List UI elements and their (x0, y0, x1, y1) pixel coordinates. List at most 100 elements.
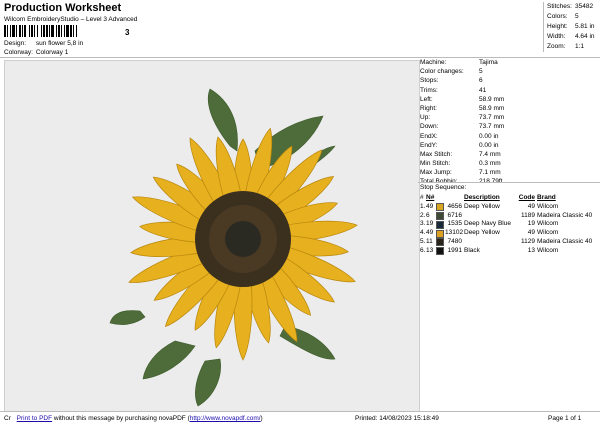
machine-info-panel: Machine: Tajima Color changes: 5 Stops: 6 T… (420, 58, 598, 187)
thread-code: 1189 (521, 211, 535, 219)
info-row: Up: 73.7 mm (420, 113, 598, 122)
info-label: Left: (420, 95, 433, 103)
stat-value: 35482 (575, 3, 594, 10)
info-value: 6 (479, 77, 483, 85)
color-swatch (436, 229, 445, 238)
info-value: 0.00 in (479, 141, 499, 149)
needle-number: 13 (426, 246, 434, 254)
info-row: Left: 58.9 mm (420, 95, 598, 104)
stop-sequence-rows: 1. 49 4656 Deep Yellow 49 Wilcom 2. 6 6716 1189 Ma… (420, 203, 598, 256)
info-row: Trims: 41 (420, 86, 598, 95)
info-label: Down: (420, 123, 439, 131)
design-preview (4, 60, 420, 412)
stat-label: Zoom: (547, 43, 566, 50)
info-row: EndY: 0.00 in (420, 141, 598, 150)
info-label: Machine: (420, 59, 447, 66)
color-swatch (436, 211, 445, 220)
stop-sequence-row: 2. 6 6716 1189 Madeira Classic 40 (420, 212, 598, 221)
leaf-top (207, 88, 238, 152)
info-row: Max Stitch: 7.4 mm (420, 150, 598, 159)
info-value: 58.9 mm (479, 104, 505, 112)
info-label: Min Stitch: (420, 160, 451, 168)
swatch-icon (436, 238, 444, 247)
colorway-label: Colorway: (4, 49, 33, 56)
stat-row: Stitches: 35482 (544, 2, 600, 12)
color-swatch (436, 238, 445, 247)
footer-bar: Cr Print to PDF without this message by … (0, 411, 600, 425)
footer-close: ) (260, 415, 263, 422)
stop-sequence-row: 3. 19 1535 Deep Navy Blue 19 Wilcom (420, 220, 598, 229)
info-row: Color changes: 5 (420, 67, 598, 76)
info-value: 5 (479, 68, 483, 76)
stat-label: Height: (547, 23, 568, 30)
thread-code: 49 (527, 229, 535, 237)
info-label: Right: (420, 104, 437, 112)
color-description: Black (464, 246, 480, 254)
thread-brand: Wilcom (537, 229, 559, 237)
needle-number: 19 (426, 220, 434, 228)
info-row: Right: 58.9 mm (420, 104, 598, 113)
swatch-icon (436, 203, 444, 212)
page-number: Page 1 of 1 (548, 415, 582, 422)
info-value: 7.1 mm (479, 169, 501, 177)
print-to-pdf-link[interactable]: Print to PDF (17, 415, 52, 422)
stat-row: Height: 5.81 in (544, 22, 600, 32)
needle-number: 49 (426, 202, 434, 210)
info-row: EndX: 0.00 in (420, 132, 598, 141)
color-description: Deep Navy Blue (464, 220, 511, 228)
barcode-mark: 3 (125, 28, 130, 37)
info-value: 73.7 mm (479, 114, 505, 122)
stop-sequence-row: 4. 49 13102 Deep Yellow 49 Wilcom (420, 229, 598, 238)
color-description: Deep Yellow (464, 229, 500, 237)
barcode (4, 25, 138, 37)
color-swatch (436, 203, 445, 212)
leaf-bottom (195, 358, 221, 407)
info-row: Machine: Tajima (420, 58, 598, 67)
stop-sequence-title: Stop Sequence: (420, 184, 467, 191)
info-value: 0.3 mm (479, 160, 501, 168)
thread-brand: Wilcom (537, 246, 559, 254)
page-title: Production Worksheet (4, 2, 122, 14)
thread-brand: Madeira Classic 40 (537, 211, 593, 219)
flower-center-inner (225, 221, 261, 257)
leaf-bottom-left (142, 340, 196, 380)
color-swatch (436, 247, 445, 256)
swatch-icon (436, 220, 444, 229)
info-value: Tajima (479, 59, 498, 66)
stop-sequence-row: 6. 13 1991 Black 13 Wilcom (420, 247, 598, 256)
stat-value: 5 (575, 13, 579, 20)
stat-value: 5.81 in (575, 23, 595, 30)
thread-code: 19 (527, 220, 535, 228)
needle-number: 49 (426, 229, 434, 237)
thread-brand: Wilcom (537, 220, 559, 228)
swatch-icon (436, 247, 444, 256)
stat-label: Stitches: (547, 3, 572, 10)
stitch-count: 7480 (447, 237, 462, 245)
info-row: Stops: 6 (420, 76, 598, 85)
stat-label: Colors: (547, 13, 568, 20)
thread-brand: Madeira Classic 40 (537, 237, 593, 245)
stop-sequence-table: # N# Description Code Brand 1. 49 4656 Deep… (420, 194, 598, 256)
sprig-left (109, 310, 146, 325)
col-description: Description (464, 194, 500, 201)
thread-code: 13 (527, 246, 535, 254)
stats-panel: Stitches: 35482 Colors: 5 Height: 5.81 in W… (543, 2, 600, 52)
info-label: Color changes: (420, 68, 464, 76)
design-value: sun flower 5,8 in (35, 40, 84, 47)
stitch-count: 6716 (447, 211, 462, 219)
thread-code: 1129 (521, 237, 535, 245)
stitch-count: 1991 (447, 246, 462, 254)
stitch-count: 1535 (447, 220, 462, 228)
design-label: Design: (4, 40, 27, 47)
thread-code: 49 (527, 202, 535, 210)
novapdf-link[interactable]: http://www.novapdf.com/ (190, 415, 261, 422)
needle-number: 6 (426, 211, 430, 219)
stop-sequence-header: # N# Description Code Brand (420, 194, 598, 203)
stat-value: 4.64 in (575, 33, 595, 40)
colorway-row: Colorway: Colorway 1 (4, 49, 68, 56)
col-code: Code (518, 194, 535, 201)
thread-brand: Wilcom (537, 202, 559, 210)
col-brand: Brand (537, 194, 556, 201)
info-label: Max Stitch: (420, 150, 453, 158)
info-value: 73.7 mm (479, 123, 505, 131)
